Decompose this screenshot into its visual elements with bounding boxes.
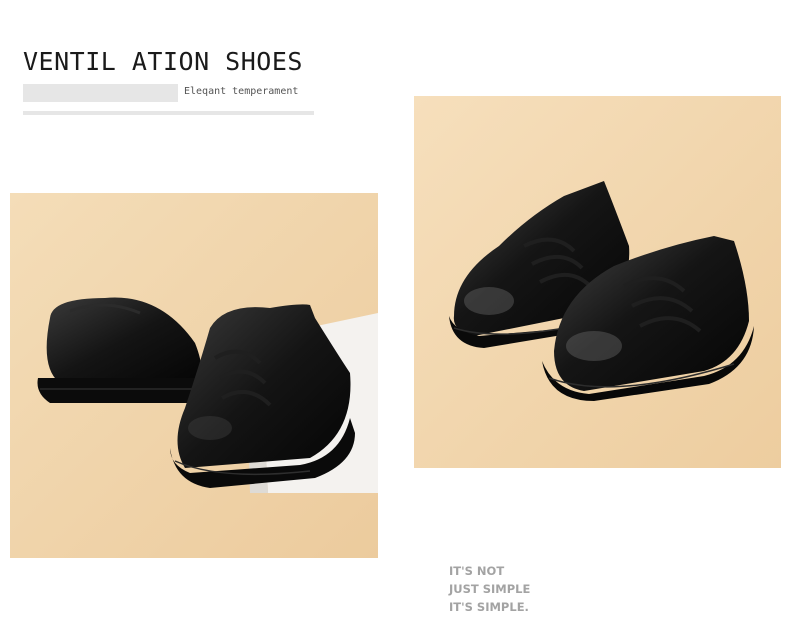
tagline: IT'S NOT JUST SIMPLE IT'S SIMPLE. — [449, 562, 530, 616]
product-photo-left — [10, 193, 378, 558]
shoe-pair-illustration-right — [414, 96, 781, 468]
tagline-line-2: JUST SIMPLE — [449, 582, 531, 596]
page-title: VENTIL ATION SHOES — [23, 47, 303, 76]
page-subtitle: Eleqant temperament — [184, 86, 299, 97]
shoe-pair-illustration-left — [10, 193, 378, 558]
title-accent-block — [23, 84, 178, 102]
tagline-line-3: IT'S SIMPLE. — [449, 600, 529, 614]
product-photo-right — [414, 96, 781, 468]
tagline-line-1: IT'S NOT — [449, 564, 505, 578]
header-divider — [23, 111, 314, 115]
